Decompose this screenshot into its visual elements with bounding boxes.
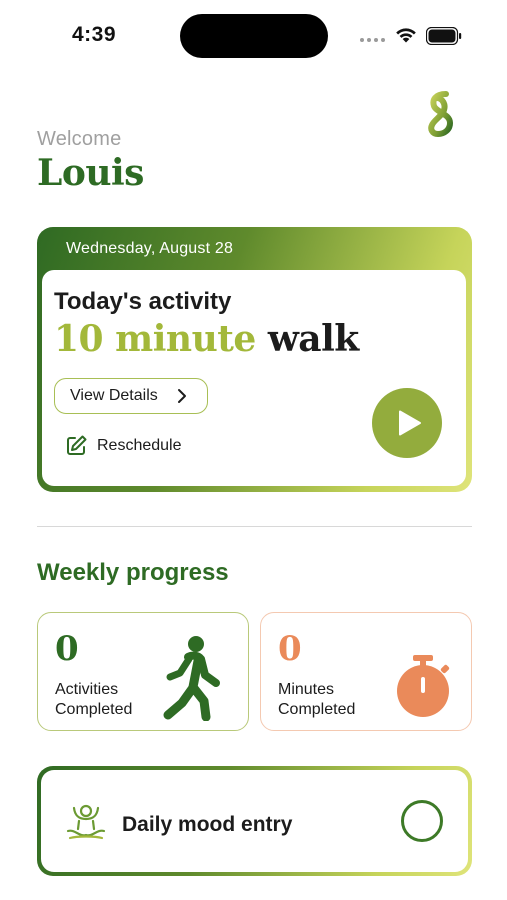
welcome-label: Welcome [37, 128, 122, 150]
section-divider [37, 526, 472, 527]
mood-card-body: Daily mood entry [41, 770, 468, 872]
activity-label: Today's activity [54, 288, 232, 315]
meditation-figure-icon [66, 804, 106, 840]
stopwatch-icon [397, 655, 450, 717]
dynamic-island [180, 14, 328, 58]
status-icons [360, 24, 470, 48]
brand-s-logo [428, 91, 454, 138]
view-details-label: View Details [70, 387, 158, 404]
cellular-dots-icon [360, 38, 386, 42]
minutes-completed-label: Minutes Completed [278, 681, 356, 718]
reschedule-label: Reschedule [97, 437, 182, 454]
activity-title-type: walk [255, 318, 359, 360]
empty-ring-icon [401, 800, 443, 842]
chevron-right-icon [178, 389, 186, 403]
activity-title: 10 minute walk [54, 318, 359, 360]
minutes-completed-value: 0 [278, 629, 302, 669]
activity-card-body: Today's activity 10 minute walk View Det… [42, 270, 466, 486]
status-bar: 4:39 [0, 0, 507, 70]
minutes-completed-card[interactable]: 0 Minutes Completed [260, 612, 472, 731]
todays-activity-card: Wednesday, August 28 Today's activity 10… [37, 227, 472, 492]
activities-completed-value: 0 [55, 629, 79, 669]
weekly-progress-title: Weekly progress [37, 559, 229, 586]
activities-completed-card[interactable]: 0 Activities Completed [37, 612, 249, 731]
walking-person-icon [163, 636, 220, 721]
battery-icon [426, 27, 462, 45]
daily-mood-entry-card[interactable]: Daily mood entry [37, 766, 472, 876]
activities-completed-label: Activities Completed [55, 681, 133, 718]
wifi-icon [396, 28, 416, 43]
reschedule-button[interactable]: Reschedule [64, 432, 182, 460]
user-name: Louis [37, 152, 144, 194]
activity-title-duration: 10 minute [54, 318, 256, 360]
play-activity-button[interactable] [372, 388, 442, 458]
activity-date: Wednesday, August 28 [66, 240, 234, 257]
play-icon [399, 410, 421, 436]
view-details-button[interactable]: View Details [54, 378, 208, 414]
status-time: 4:39 [72, 23, 117, 46]
edit-icon [67, 435, 87, 455]
daily-mood-entry-label: Daily mood entry [122, 813, 293, 836]
